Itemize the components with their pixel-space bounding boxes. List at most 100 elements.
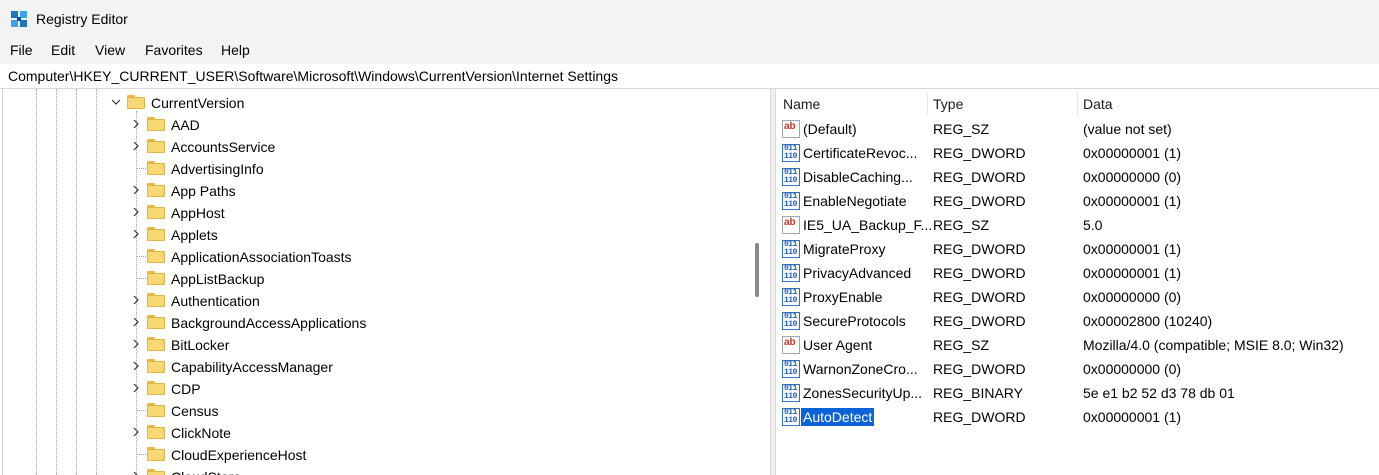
folder-icon — [147, 117, 165, 131]
tree-item[interactable]: Authentication — [0, 289, 770, 311]
tree-item[interactable]: CapabilityAccessManager — [0, 355, 770, 377]
value-type: REG_DWORD — [933, 361, 1026, 377]
chevron-right-icon[interactable] — [131, 185, 141, 195]
tree-item[interactable]: AdvertisingInfo — [0, 157, 770, 179]
column-header-data[interactable]: Data — [1083, 96, 1113, 112]
tree-item-label: AppHost — [171, 205, 225, 221]
tree-item[interactable]: CloudExperienceHost — [0, 443, 770, 465]
value-data: Mozilla/4.0 (compatible; MSIE 8.0; Win32… — [1083, 337, 1344, 353]
tree-item-label: CloudExperienceHost — [171, 447, 307, 463]
tree-item[interactable]: BitLocker — [0, 333, 770, 355]
column-separator[interactable] — [927, 93, 928, 115]
value-row[interactable]: 011 110 AutoDetect REG_DWORD 0x00000001 (1) — [776, 405, 1379, 429]
key-tree-pane[interactable]: CurrentVersion AAD AccountsService Adverti… — [0, 89, 770, 475]
folder-icon — [147, 447, 165, 461]
folder-icon — [147, 403, 165, 417]
value-row[interactable]: 011 110 SecureProtocols REG_DWORD 0x00002800… — [776, 309, 1379, 333]
menu-edit[interactable]: Edit — [51, 42, 75, 58]
folder-icon — [147, 469, 165, 475]
tree-guide-line — [137, 168, 146, 169]
menu-favorites[interactable]: Favorites — [145, 42, 203, 58]
chevron-right-icon[interactable] — [131, 427, 141, 437]
tree-item[interactable]: AppHost — [0, 201, 770, 223]
value-type: REG_DWORD — [933, 169, 1026, 185]
value-data: 0x00000001 (1) — [1083, 265, 1182, 281]
value-row[interactable]: 011 110 ZonesSecurityUp... REG_BINARY 5e e1 … — [776, 381, 1379, 405]
binary-value-icon: 011 110 — [782, 240, 800, 258]
value-row[interactable]: ab User Agent REG_SZ Mozilla/4.0 (compatibl… — [776, 333, 1379, 357]
value-row[interactable]: 011 110 EnableNegotiate REG_DWORD 0x00000001… — [776, 189, 1379, 213]
tree-item-currentversion[interactable]: CurrentVersion — [0, 91, 770, 113]
folder-icon — [147, 183, 165, 197]
tree-item-label: AdvertisingInfo — [171, 161, 264, 177]
tree-item[interactable]: CDP — [0, 377, 770, 399]
value-row[interactable]: ab IE5_UA_Backup_F... REG_SZ 5.0 — [776, 213, 1379, 237]
value-type: REG_DWORD — [933, 313, 1026, 329]
tree-item[interactable]: ClickNote — [0, 421, 770, 443]
chevron-right-icon[interactable] — [131, 295, 141, 305]
chevron-right-icon[interactable] — [131, 361, 141, 371]
value-row[interactable]: 011 110 MigrateProxy REG_DWORD 0x00000001 (1… — [776, 237, 1379, 261]
column-separator[interactable] — [1077, 93, 1078, 115]
menu-help[interactable]: Help — [221, 42, 250, 58]
binary-value-icon: 011 110 — [782, 144, 800, 162]
value-name: WarnonZoneCro... — [803, 361, 918, 377]
chevron-right-icon[interactable] — [131, 339, 141, 349]
folder-icon — [147, 359, 165, 373]
folder-icon — [147, 293, 165, 307]
menu-view[interactable]: View — [95, 42, 125, 58]
value-name: (Default) — [803, 121, 857, 137]
tree-item-label: CurrentVersion — [151, 95, 245, 111]
value-name: EnableNegotiate — [803, 193, 907, 209]
title-bar: Registry Editor — [0, 0, 1379, 38]
tree-item-label: CDP — [171, 381, 201, 397]
tree-item-label: BitLocker — [171, 337, 230, 353]
value-data: 0x00000000 (0) — [1083, 289, 1182, 305]
value-type: REG_SZ — [933, 121, 990, 137]
tree-item[interactable]: AAD — [0, 113, 770, 135]
tree-scrollbar-thumb[interactable] — [755, 243, 759, 297]
tree-item[interactable]: Census — [0, 399, 770, 421]
value-type: REG_SZ — [933, 337, 990, 353]
chevron-right-icon[interactable] — [131, 141, 141, 151]
tree-item[interactable]: AccountsService — [0, 135, 770, 157]
menu-file[interactable]: File — [10, 42, 33, 58]
value-data: 5e e1 b2 52 d3 78 db 01 — [1083, 385, 1235, 401]
chevron-right-icon[interactable] — [131, 229, 141, 239]
value-row[interactable]: ab (Default) REG_SZ (value not set) — [776, 117, 1379, 141]
value-row[interactable]: 011 110 DisableCaching... REG_DWORD 0x000000… — [776, 165, 1379, 189]
value-name: PrivacyAdvanced — [803, 265, 912, 281]
tree-item[interactable]: BackgroundAccessApplications — [0, 311, 770, 333]
chevron-down-icon[interactable] — [111, 97, 121, 107]
binary-value-icon: 011 110 — [782, 360, 800, 378]
string-value-icon: ab — [782, 216, 800, 234]
tree-item[interactable]: Applets — [0, 223, 770, 245]
value-row[interactable]: 011 110 PrivacyAdvanced REG_DWORD 0x00000001… — [776, 261, 1379, 285]
value-row[interactable]: 011 110 WarnonZoneCro... REG_DWORD 0x0000000… — [776, 357, 1379, 381]
values-list-pane[interactable]: Name Type Data ab (Default) REG_SZ (value n… — [776, 89, 1379, 475]
chevron-right-icon[interactable] — [131, 383, 141, 393]
tree-item-label: AAD — [171, 117, 200, 133]
value-row[interactable]: 011 110 ProxyEnable REG_DWORD 0x00000000 (0) — [776, 285, 1379, 309]
tree-guide-line — [137, 278, 146, 279]
tree-item[interactable]: ApplicationAssociationToasts — [0, 245, 770, 267]
address-bar[interactable]: Computer\HKEY_CURRENT_USER\Software\Micr… — [0, 64, 1379, 89]
tree-item-label: Census — [171, 403, 219, 419]
column-header-type[interactable]: Type — [933, 96, 963, 112]
tree-item[interactable]: App Paths — [0, 179, 770, 201]
chevron-right-icon[interactable] — [131, 471, 141, 475]
tree-item-label: AppListBackup — [171, 271, 265, 287]
column-header-name[interactable]: Name — [783, 96, 820, 112]
address-path[interactable]: Computer\HKEY_CURRENT_USER\Software\Micr… — [8, 68, 618, 84]
value-type: REG_DWORD — [933, 289, 1026, 305]
chevron-right-icon[interactable] — [131, 207, 141, 217]
chevron-right-icon[interactable] — [131, 317, 141, 327]
tree-item[interactable]: CloudStore — [0, 465, 770, 475]
tree-item[interactable]: AppListBackup — [0, 267, 770, 289]
value-row[interactable]: 011 110 CertificateRevoc... REG_DWORD 0x0000… — [776, 141, 1379, 165]
value-data: (value not set) — [1083, 121, 1172, 137]
chevron-right-icon[interactable] — [131, 119, 141, 129]
window-title: Registry Editor — [36, 11, 128, 27]
value-data: 0x00002800 (10240) — [1083, 313, 1213, 329]
value-data: 0x00000001 (1) — [1083, 241, 1182, 257]
